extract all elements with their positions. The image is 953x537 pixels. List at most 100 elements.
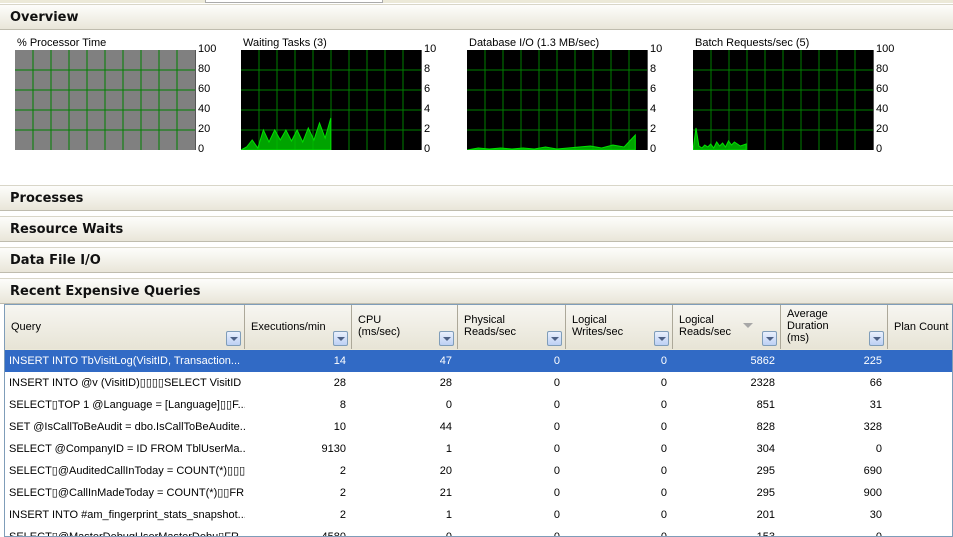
section-resource-waits-label: Resource Waits	[10, 222, 124, 237]
tick-label: 8	[650, 63, 657, 75]
table-row[interactable]: SELECT▯@MasterDebugUserMasterDebu▯FR... 4…	[5, 526, 952, 537]
metric-cell: 201	[756, 509, 775, 521]
column-filter-dropdown[interactable]	[333, 331, 348, 346]
tab-edge[interactable]	[205, 0, 383, 3]
metric-cell: 1	[445, 509, 452, 521]
column-header[interactable]: CPU (ms/sec)	[352, 305, 458, 349]
tick-label: 2	[650, 123, 657, 135]
chart-plot	[693, 50, 873, 150]
column-header[interactable]: Physical Reads/sec	[458, 305, 566, 349]
table-row[interactable]: SELECT▯TOP 1 @Language = [Language]▯▯F..…	[5, 394, 952, 416]
metric-cell: 0	[660, 443, 667, 455]
metric-cell	[888, 438, 952, 460]
tick-label: 4	[424, 103, 431, 115]
metric-cell: 0	[660, 465, 667, 477]
tick-label: 0	[424, 143, 431, 155]
section-recent-queries-label: Recent Expensive Queries	[10, 284, 201, 299]
tick-label: 80	[876, 63, 889, 75]
metric-cell	[888, 504, 952, 526]
metric-cell: 2	[339, 465, 346, 477]
tick-label: 80	[198, 63, 211, 75]
expensive-queries-grid[interactable]: Query Executions/min CPU (ms/sec) Physical Re…	[4, 304, 953, 537]
table-row[interactable]: INSERT INTO @v (VisitID)▯▯▯▯SELECT Visit…	[5, 372, 952, 394]
tick-label: 2	[424, 123, 431, 135]
column-header-label: CPU (ms/sec)	[358, 314, 401, 338]
metric-cell: 0	[553, 443, 560, 455]
metric-cell: 0	[553, 487, 560, 499]
column-filter-dropdown[interactable]	[654, 331, 669, 346]
table-row[interactable]: SET @IsCallToBeAudit = dbo.IsCallToBeAud…	[5, 416, 952, 438]
chart-axis	[421, 50, 422, 150]
metric-cell: 28	[333, 377, 346, 389]
column-header-label: Physical Reads/sec	[464, 314, 516, 338]
metric-cell: 21	[439, 487, 452, 499]
metric-cell	[888, 416, 952, 438]
section-data-file-io[interactable]: Data File I/O	[0, 247, 953, 273]
column-header[interactable]: Executions/min	[245, 305, 352, 349]
tick-label: 0	[650, 143, 657, 155]
section-resource-waits[interactable]: Resource Waits	[0, 216, 953, 242]
metric-cell	[888, 526, 952, 536]
metric-cell: 828	[756, 421, 775, 433]
metric-cell	[888, 460, 952, 482]
metric-cell: 2	[339, 509, 346, 521]
column-header[interactable]: Plan Count	[888, 305, 952, 349]
column-filter-dropdown[interactable]	[547, 331, 562, 346]
tick-label: 6	[424, 83, 431, 95]
metric-cell: 851	[756, 399, 775, 411]
metric-cell: 10	[333, 421, 346, 433]
query-text-cell: SET @IsCallToBeAudit = dbo.IsCallToBeAud…	[9, 421, 245, 433]
column-header[interactable]: Logical Writes/sec	[566, 305, 673, 349]
metric-cell: 0	[660, 421, 667, 433]
column-header[interactable]: Average Duration (ms)	[781, 305, 888, 349]
chart-title: Waiting Tasks (3)	[243, 37, 327, 49]
chart-title: Database I/O (1.3 MB/sec)	[469, 37, 600, 49]
grid-header: Query Executions/min CPU (ms/sec) Physical Re…	[5, 305, 952, 351]
metric-cell: 14	[333, 355, 346, 367]
metric-cell: 20	[439, 465, 452, 477]
series-area	[241, 117, 332, 150]
column-header-label: Average Duration (ms)	[787, 308, 829, 344]
table-row[interactable]: SELECT @CompanyID = ID FROM TblUserMa...…	[5, 438, 952, 460]
table-row[interactable]: SELECT▯@CallInMadeToday = COUNT(*)▯▯FR..…	[5, 482, 952, 504]
metric-cell: 0	[660, 487, 667, 499]
metric-cell	[888, 350, 952, 372]
series-area	[693, 127, 747, 150]
metric-cell: 31	[869, 399, 882, 411]
metric-cell: 295	[756, 487, 775, 499]
table-row[interactable]: INSERT INTO TbVisitLog(VisitID, Transact…	[5, 350, 952, 372]
metric-cell: 225	[863, 355, 882, 367]
metric-cell: 5862	[750, 355, 775, 367]
query-text-cell: SELECT▯@CallInMadeToday = COUNT(*)▯▯FR..…	[9, 487, 245, 499]
tick-label: 40	[198, 103, 211, 115]
chart-plot	[467, 50, 647, 150]
query-text-cell: SELECT @CompanyID = ID FROM TblUserMa...	[9, 443, 245, 455]
top-tab-strip	[0, 0, 953, 3]
column-header[interactable]: Query	[5, 305, 245, 349]
query-text-cell: INSERT INTO #am_fingerprint_stats_snapsh…	[9, 509, 245, 521]
metric-cell: 0	[553, 531, 560, 537]
metric-cell: 8	[339, 399, 346, 411]
tick-label: 60	[876, 83, 889, 95]
section-processes[interactable]: Processes	[0, 185, 953, 211]
section-recent-expensive-queries[interactable]: Recent Expensive Queries	[0, 278, 953, 304]
column-filter-dropdown[interactable]	[869, 331, 884, 346]
column-header[interactable]: Logical Reads/sec	[673, 305, 781, 349]
chart-plot	[241, 50, 421, 150]
section-overview[interactable]: Overview	[0, 4, 953, 30]
metric-cell: 47	[439, 355, 452, 367]
column-header-label: Executions/min	[251, 321, 326, 333]
metric-cell: 28	[439, 377, 452, 389]
chart-axis	[647, 50, 648, 150]
query-text-cell: SELECT▯@AuditedCallInToday = COUNT(*)▯▯▯…	[9, 465, 245, 477]
query-text-cell: SELECT▯@MasterDebugUserMasterDebu▯FR...	[9, 531, 245, 537]
column-filter-dropdown[interactable]	[226, 331, 241, 346]
query-text-cell: SELECT▯TOP 1 @Language = [Language]▯▯F..…	[9, 399, 245, 411]
table-row[interactable]: INSERT INTO #am_fingerprint_stats_snapsh…	[5, 504, 952, 526]
column-filter-dropdown[interactable]	[762, 331, 777, 346]
table-row[interactable]: SELECT▯@AuditedCallInToday = COUNT(*)▯▯▯…	[5, 460, 952, 482]
metric-cell: 0	[553, 421, 560, 433]
chart-axis	[873, 50, 874, 150]
column-filter-dropdown[interactable]	[439, 331, 454, 346]
metric-cell: 0	[660, 355, 667, 367]
